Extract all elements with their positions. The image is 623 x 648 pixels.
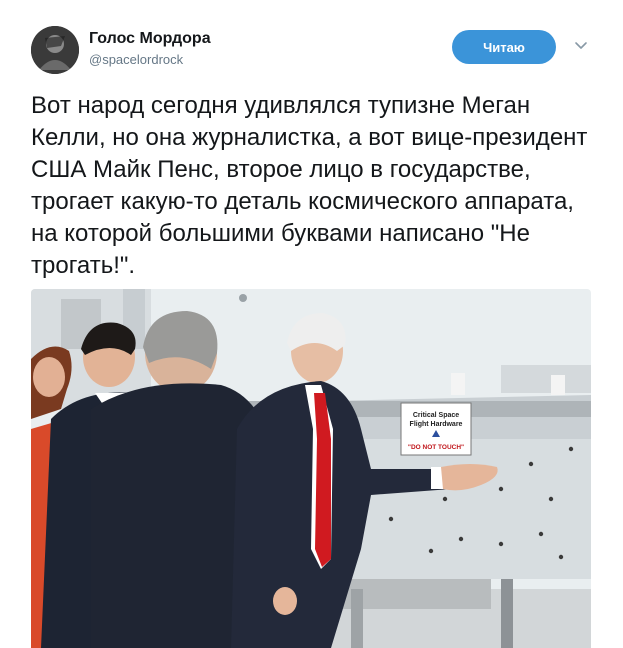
author-avatar[interactable] (31, 26, 79, 74)
photo-illustration: Critical Space Flight Hardware "DO NOT T… (31, 289, 591, 648)
sign-warning: "DO NOT TOUCH" (408, 444, 464, 451)
author-display-name[interactable]: Голос Мордора (89, 30, 211, 48)
sign-line-2: Flight Hardware (410, 421, 463, 428)
tweet-text: Вот народ сегодня удивлялся тупизне Мега… (31, 92, 588, 279)
tweet-photo[interactable]: Critical Space Flight Hardware "DO NOT T… (31, 289, 591, 648)
chevron-down-icon[interactable] (573, 38, 589, 54)
avatar-image (31, 26, 79, 74)
sign-line-1: Critical Space (413, 412, 459, 419)
author-handle[interactable]: @spacelordrock (89, 52, 183, 67)
tweet-card: Голос Мордора @spacelordrock Читаю Вот н… (0, 0, 623, 648)
follow-button[interactable]: Читаю (452, 30, 556, 64)
